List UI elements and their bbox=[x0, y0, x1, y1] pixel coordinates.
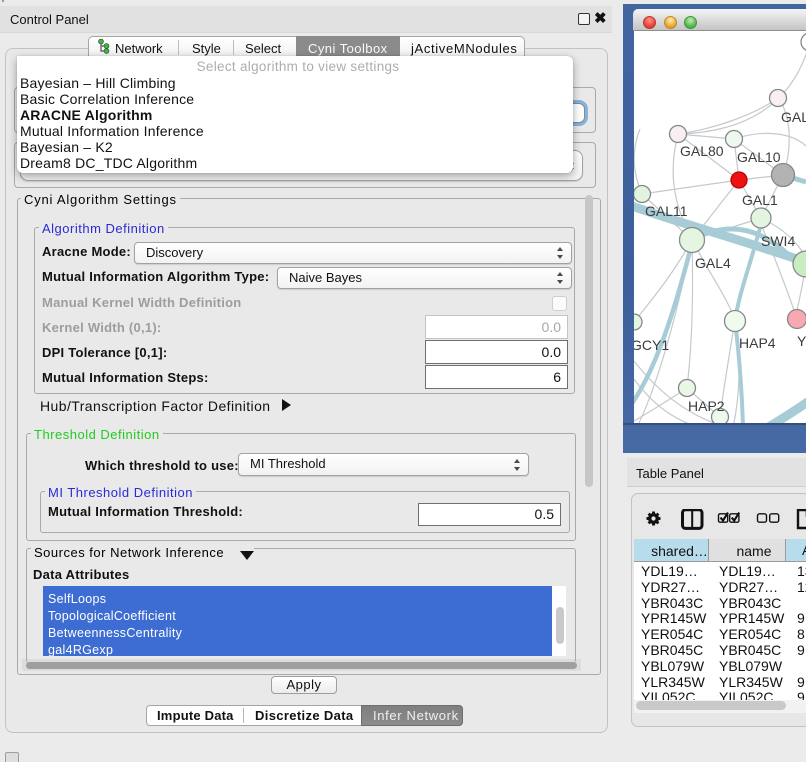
svg-text:GAL11: GAL11 bbox=[645, 203, 688, 219]
svg-text:HAP2: HAP2 bbox=[688, 398, 725, 414]
svg-text:HAP4: HAP4 bbox=[739, 335, 776, 351]
svg-text:GAL7: GAL7 bbox=[781, 109, 806, 125]
svg-text:SWI4: SWI4 bbox=[761, 233, 795, 249]
svg-text:GAL4: GAL4 bbox=[695, 255, 731, 271]
svg-text:Y: Y bbox=[797, 333, 806, 349]
svg-text:GAL80: GAL80 bbox=[680, 143, 724, 159]
svg-text:GCY1: GCY1 bbox=[634, 337, 669, 353]
svg-text:GAL1: GAL1 bbox=[742, 192, 778, 208]
svg-text:GAL10: GAL10 bbox=[737, 149, 781, 165]
